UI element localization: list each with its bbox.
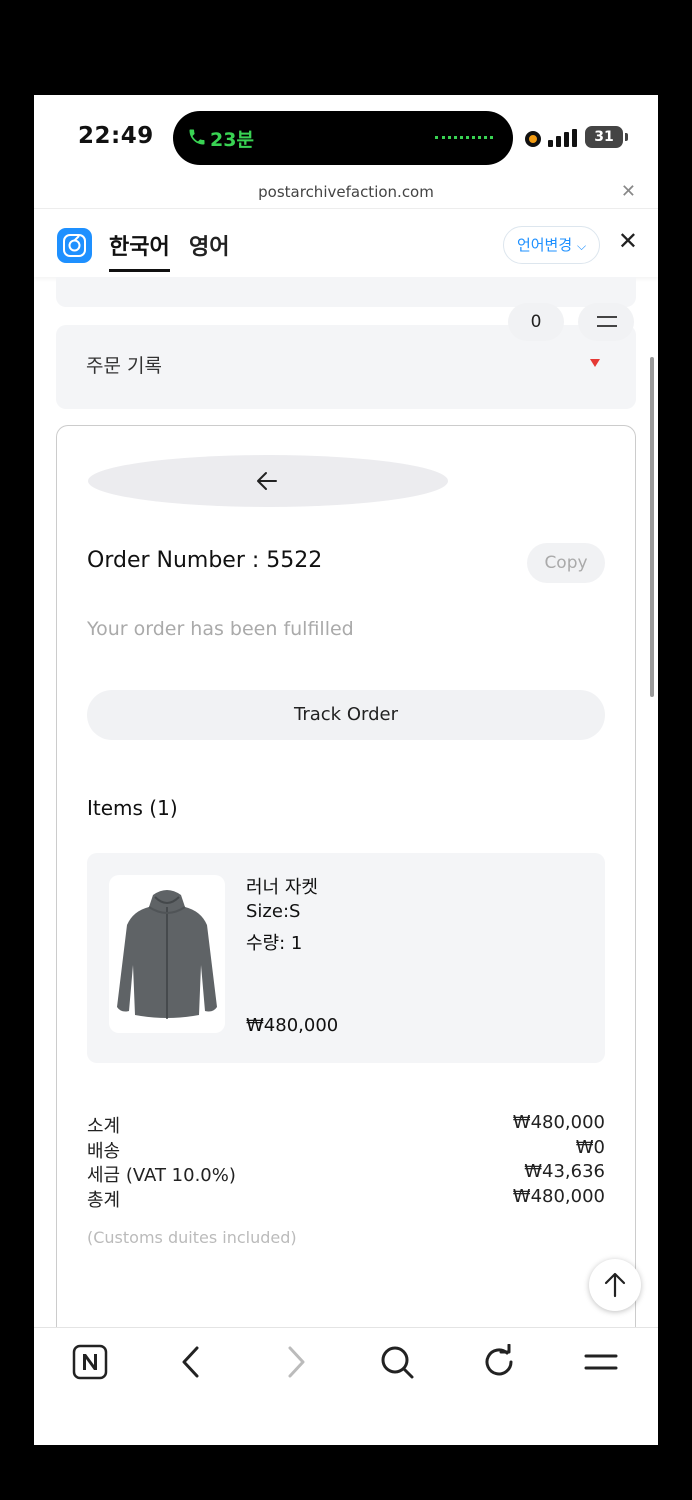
track-order-button[interactable]: Track Order: [87, 690, 605, 740]
papago-logo-icon: [57, 228, 92, 263]
browser-bottom-toolbar: [34, 1327, 658, 1445]
jacket-image-icon: [117, 890, 217, 1019]
scroll-to-top-button[interactable]: [589, 1259, 641, 1311]
summary-value: ₩43,636: [524, 1161, 605, 1182]
summary-label: 소계: [87, 1116, 121, 1137]
back-arrow-icon[interactable]: [174, 1344, 210, 1380]
tab-source-language[interactable]: 한국어: [109, 229, 170, 272]
forward-arrow-icon[interactable]: [277, 1344, 313, 1380]
recording-indicator-icon: [525, 131, 541, 147]
customs-note: (Customs duites included): [87, 1228, 297, 1247]
item-price: ₩480,000: [246, 1015, 339, 1036]
product-image[interactable]: [109, 875, 225, 1033]
site-menu-button[interactable]: [578, 303, 634, 341]
summary-row-shipping: 배송 ₩0: [87, 1137, 605, 1162]
hamburger-icon: [597, 316, 617, 318]
change-language-label: 언어변경: [516, 236, 573, 254]
call-duration: 23분: [210, 129, 254, 151]
summary-row-subtotal: 소계 ₩480,000: [87, 1112, 605, 1137]
status-bar: 22:49 23분 31: [34, 95, 658, 179]
arrow-left-icon: [257, 472, 277, 490]
translate-logo-icon: [63, 234, 86, 257]
address-bar[interactable]: postarchivefaction.com ✕: [34, 179, 658, 209]
item-size: Size:S: [246, 901, 301, 922]
naver-home-icon[interactable]: [72, 1344, 108, 1380]
battery-icon: 31: [585, 126, 628, 148]
summary-value: ₩480,000: [512, 1186, 605, 1207]
items-heading: Items (1): [87, 796, 178, 820]
refresh-icon[interactable]: [481, 1344, 517, 1380]
caret-down-icon: [590, 359, 600, 367]
summary-value: ₩480,000: [512, 1112, 605, 1133]
summary-label: 배송: [87, 1141, 121, 1162]
summary-value: ₩0: [575, 1137, 605, 1158]
summary-label: 세금 (VAT 10.0%): [87, 1165, 236, 1186]
search-icon[interactable]: [379, 1344, 415, 1380]
item-name[interactable]: 러너 자켓: [246, 873, 318, 899]
scrollbar[interactable]: [650, 357, 654, 697]
cart-count-button[interactable]: 0: [508, 303, 564, 341]
order-history-label: 주문 기록: [86, 355, 162, 377]
item-quantity: 수량: 1: [246, 933, 303, 954]
phone-call-icon: [189, 129, 205, 145]
summary-row-total: 총계 ₩480,000: [87, 1186, 605, 1211]
copy-button[interactable]: Copy: [527, 543, 605, 583]
arrow-up-icon: [604, 1272, 626, 1298]
summary-row-tax: 세금 (VAT 10.0%) ₩43,636: [87, 1161, 605, 1186]
phone-screen: 22:49 23분 31 postarchivefaction.com ✕ 한국…: [34, 95, 658, 1445]
url-text: postarchivefaction.com: [258, 183, 434, 201]
order-status: Your order has been fulfilled: [87, 618, 354, 640]
translate-bar: 한국어 영어 언어변경 ⌵ ✕: [34, 209, 658, 277]
menu-icon[interactable]: [583, 1344, 619, 1380]
tab-target-language[interactable]: 영어: [189, 229, 229, 261]
hamburger-icon-line: [597, 325, 617, 327]
chevron-down-icon: ⌵: [576, 239, 587, 253]
summary-label: 총계: [87, 1190, 121, 1211]
cellular-signal-icon: [548, 129, 577, 147]
close-icon[interactable]: ✕: [621, 181, 636, 202]
dynamic-island-call[interactable]: 23분: [173, 111, 513, 165]
order-detail-card: Order Number : 5522 Copy Your order has …: [56, 425, 636, 1425]
order-number: Order Number : 5522: [87, 548, 323, 573]
back-button[interactable]: [88, 455, 448, 507]
change-language-button[interactable]: 언어변경 ⌵: [503, 226, 600, 264]
clock: 22:49: [78, 123, 154, 149]
close-translate-icon[interactable]: ✕: [618, 227, 638, 255]
list-item[interactable]: 러너 자켓 Size:S 수량: 1 ₩480,000: [87, 853, 605, 1063]
audio-wave-icon: [435, 136, 493, 140]
